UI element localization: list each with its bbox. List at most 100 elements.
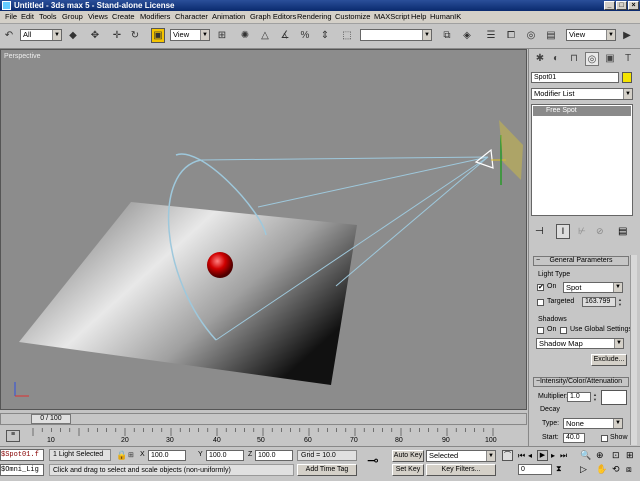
time-configuration-icon[interactable]: ⧗	[556, 464, 562, 474]
percent-snap-icon[interactable]: %	[298, 28, 312, 43]
menu-character[interactable]: Character	[175, 12, 208, 22]
menu-graph-editors[interactable]: Graph Editors	[250, 12, 296, 22]
menu-help[interactable]: Help	[411, 12, 426, 22]
arc-rotate-icon[interactable]: ⟲	[612, 464, 620, 475]
align-icon[interactable]: ◈	[460, 28, 474, 43]
zoom-icon[interactable]: 🔍	[580, 450, 591, 461]
menu-tools[interactable]: Tools	[39, 12, 57, 22]
menu-maxscript[interactable]: MAXScript	[374, 12, 409, 22]
menu-edit[interactable]: Edit	[21, 12, 34, 22]
play-icon[interactable]: ▶	[537, 450, 548, 461]
key-icon[interactable]: ⊸	[367, 452, 379, 469]
go-to-end-icon[interactable]: ⏭	[560, 451, 567, 461]
named-selection-dropdown[interactable]: ▼	[360, 29, 432, 41]
intensity-color-attenuation-rollout[interactable]: − Intensity/Color/Attenuation	[533, 377, 629, 387]
set-key-button[interactable]: Set Key	[392, 464, 424, 476]
spinner-arrows-icon[interactable]: ▲ ▼	[617, 297, 623, 307]
modifier-list-dropdown[interactable]: Modifier List ▼	[531, 88, 633, 100]
add-time-tag-button[interactable]: Add Time Tag	[297, 464, 357, 476]
select-move-icon[interactable]: ✛	[110, 28, 124, 43]
perspective-viewport[interactable]	[0, 49, 527, 410]
selection-filter-dropdown[interactable]: All ▼	[20, 29, 62, 41]
light-on-checkbox[interactable]: ✔	[537, 284, 544, 291]
z-coordinate-field[interactable]: 100.0	[255, 450, 293, 461]
display-tab-icon[interactable]: ▣	[603, 52, 617, 66]
default-tangent-icon[interactable]: ⌒	[502, 450, 513, 461]
menu-animation[interactable]: Animation	[212, 12, 245, 22]
close-button[interactable]: ×	[628, 1, 639, 10]
spinner-snap-icon[interactable]: ⇕	[318, 28, 332, 43]
red-sphere[interactable]	[207, 252, 233, 278]
previous-frame-icon[interactable]: ◂	[528, 451, 532, 460]
hierarchy-tab-icon[interactable]: ⊓	[567, 52, 581, 66]
named-selection-icon[interactable]: ⬚	[340, 28, 354, 43]
key-mode-dropdown[interactable]: Selected ▼	[426, 450, 496, 462]
modify-tab-icon[interactable]: ◐	[549, 52, 563, 66]
schematic-view-icon[interactable]: ⧠	[504, 28, 518, 43]
exclude-button[interactable]: Exclude...	[591, 354, 627, 366]
maxscript-listener-line2[interactable]: $Omni_Lig	[0, 464, 44, 476]
mirror-icon[interactable]: ⧉	[440, 28, 454, 43]
ground-plane[interactable]	[19, 202, 357, 385]
create-tab-icon[interactable]: ✱	[533, 52, 547, 66]
menu-create[interactable]: Create	[112, 12, 135, 22]
menu-humanik[interactable]: HumanIK	[430, 12, 461, 22]
utilities-tab-icon[interactable]: T	[621, 52, 635, 66]
general-parameters-rollout[interactable]: − General Parameters	[533, 256, 629, 266]
menu-modifiers[interactable]: Modifiers	[140, 12, 170, 22]
y-coordinate-field[interactable]: 100.0	[206, 450, 244, 461]
stack-item-free-spot[interactable]: Free Spot	[533, 106, 631, 116]
zoom-all-icon[interactable]: ⊕	[596, 450, 604, 461]
viewport-label[interactable]: Perspective	[4, 53, 41, 60]
angle-snap-icon[interactable]: ∡	[278, 28, 292, 43]
render-type-dropdown[interactable]: View ▼	[566, 29, 616, 41]
configure-sets-icon[interactable]: ▤	[618, 226, 627, 237]
use-global-settings-checkbox[interactable]	[560, 327, 567, 334]
material-editor-icon[interactable]: ◎	[524, 28, 538, 43]
maximize-button[interactable]: □	[616, 1, 627, 10]
go-to-start-icon[interactable]: ⏮	[518, 451, 525, 461]
motion-tab-icon[interactable]: ◎	[585, 52, 599, 66]
show-end-result-icon[interactable]: Ⅰ	[556, 224, 570, 239]
pivot-center-icon[interactable]: ⊞	[215, 28, 229, 43]
select-object-icon[interactable]: ◆	[66, 28, 80, 43]
lock-selection-icon[interactable]: 🔒	[116, 450, 127, 461]
decay-type-dropdown[interactable]: None ▼	[563, 418, 623, 429]
maxscript-listener-line1[interactable]: $Spot01.f	[0, 449, 44, 461]
menu-customize[interactable]: Customize	[335, 12, 370, 22]
track-bar[interactable]: ≡ 10 20 30 40 50 60 70 80 90 100	[0, 426, 527, 446]
track-view-icon[interactable]: ☰	[484, 28, 498, 43]
time-slider[interactable]: 0 / 100	[0, 413, 527, 425]
pan-icon[interactable]: ✋	[596, 464, 607, 475]
decay-start-field[interactable]: 40.0	[563, 433, 585, 443]
multiplier-field[interactable]: 1.0	[567, 392, 591, 402]
minimize-button[interactable]: _	[604, 1, 615, 10]
min-max-toggle-icon[interactable]: ⧈	[626, 464, 632, 475]
zoom-extents-icon[interactable]: ⊡	[612, 450, 620, 461]
key-filters-button[interactable]: Key Filters...	[426, 464, 496, 476]
undo-icon[interactable]: ↶	[2, 28, 16, 43]
spinner-arrows-icon[interactable]: ▲ ▼	[592, 392, 598, 402]
light-color-swatch[interactable]	[601, 390, 627, 405]
absolute-mode-icon[interactable]: ⊞	[128, 451, 134, 459]
command-panel-scrollbar[interactable]	[630, 255, 637, 445]
targeted-checkbox[interactable]	[537, 299, 544, 306]
light-type-dropdown[interactable]: Spot ▼	[563, 282, 623, 293]
current-frame-field[interactable]: 0	[518, 464, 552, 475]
shadow-type-dropdown[interactable]: Shadow Map ▼	[536, 338, 624, 349]
quick-render-icon[interactable]: ▶	[620, 28, 634, 43]
auto-key-button[interactable]: Auto Key	[392, 450, 424, 462]
reference-coord-dropdown[interactable]: View ▼	[170, 29, 210, 41]
field-of-view-icon[interactable]: ▷	[580, 464, 587, 475]
shadows-on-checkbox[interactable]	[537, 327, 544, 334]
next-frame-icon[interactable]: ▸	[551, 451, 555, 460]
menu-views[interactable]: Views	[88, 12, 108, 22]
select-link-icon[interactable]: ✺	[238, 28, 252, 43]
x-coordinate-field[interactable]: 100.0	[148, 450, 186, 461]
snap-toggle-icon[interactable]: △	[258, 28, 272, 43]
menu-rendering[interactable]: Rendering	[297, 12, 332, 22]
select-by-name-icon[interactable]: ✥	[88, 28, 102, 43]
menu-file[interactable]: File	[5, 12, 17, 22]
select-rotate-icon[interactable]: ↻	[128, 28, 142, 43]
pin-stack-icon[interactable]: ⊣	[535, 226, 544, 237]
